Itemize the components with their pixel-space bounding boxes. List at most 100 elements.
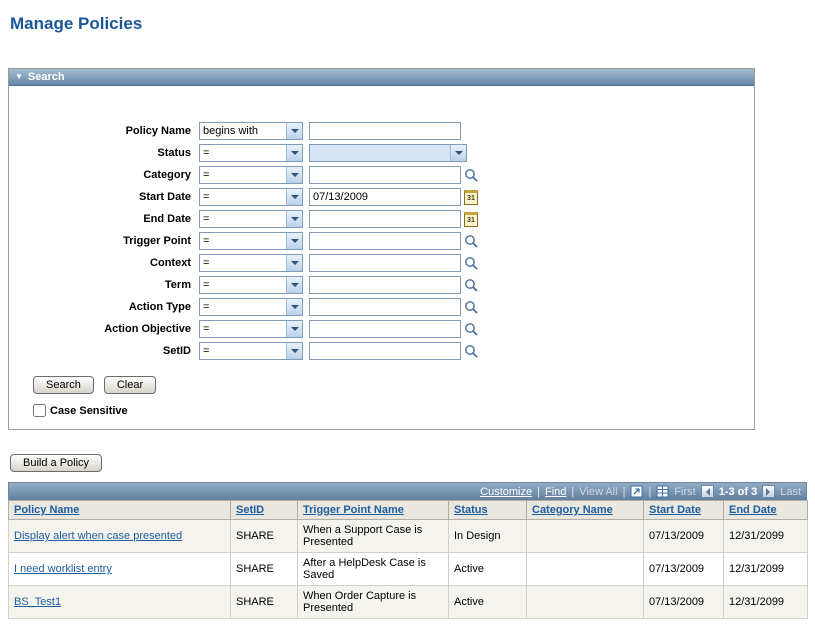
setid-operator-select[interactable]: = [199,342,303,360]
term-lookup-icon[interactable] [464,278,478,293]
chevron-down-icon [286,277,302,293]
trigger-point-operator-select[interactable]: = [199,232,303,250]
cell-category [527,586,644,619]
download-icon[interactable] [656,485,669,498]
trigger-point-input[interactable] [309,232,461,250]
policy-name-operator-select[interactable]: begins with [199,122,303,140]
collapse-triangle-icon[interactable]: ▼ [15,73,23,81]
cell-trigger-point: When a Support Case is Presented [298,520,449,553]
action-type-operator-select[interactable]: = [199,298,303,316]
chevron-down-icon [286,343,302,359]
cell-status: Active [449,586,527,619]
term-label: Term [19,279,199,291]
search-form: Policy Name begins with Status = Categor… [9,86,754,429]
policy-name-input[interactable] [309,122,461,140]
term-input[interactable] [309,276,461,294]
next-page-icon[interactable] [762,485,775,498]
page-title: Manage Policies [10,14,807,34]
trigger-point-lookup-icon[interactable] [464,234,478,249]
policy-link[interactable]: BS_Test1 [14,596,61,608]
cell-end-date: 12/31/2099 [724,586,808,619]
table-row: I need worklist entry SHARE After a Help… [9,553,808,586]
cell-start-date: 07/13/2009 [644,520,724,553]
form-row: Status = [19,142,744,164]
table-row: BS_Test1 SHARE When Order Capture is Pre… [9,586,808,619]
operator-value: = [200,147,286,159]
setid-lookup-icon[interactable] [464,344,478,359]
chevron-down-icon [286,299,302,315]
clear-button[interactable]: Clear [104,376,156,394]
build-a-policy-button[interactable]: Build a Policy [10,454,102,472]
context-lookup-icon[interactable] [464,256,478,271]
category-operator-select[interactable]: = [199,166,303,184]
form-row: SetID = [19,340,744,362]
action-type-input[interactable] [309,298,461,316]
chevron-down-icon [286,145,302,161]
setid-input[interactable] [309,342,461,360]
form-row: Trigger Point = [19,230,744,252]
status-operator-select[interactable]: = [199,144,303,162]
find-link[interactable]: Find [545,486,566,498]
customize-link[interactable]: Customize [480,486,532,498]
action-type-label: Action Type [19,301,199,313]
cell-end-date: 12/31/2099 [724,520,808,553]
end-date-input[interactable] [309,210,461,228]
cell-status: Active [449,553,527,586]
search-button[interactable]: Search [33,376,94,394]
cell-setid: SHARE [231,520,298,553]
col-header-trigger-point: Trigger Point Name [298,501,449,520]
end-date-calendar-icon[interactable]: 31 [464,212,478,227]
context-input[interactable] [309,254,461,272]
previous-page-icon[interactable] [701,485,714,498]
grid-toolbar: Customize | Find | View All | | First 1-… [8,482,807,500]
chevron-down-icon [286,123,302,139]
separator: | [571,486,574,498]
status-value-select[interactable] [309,144,467,162]
case-sensitive-label: Case Sensitive [50,405,128,417]
search-section-header[interactable]: ▼ Search [9,69,754,86]
policy-name-label: Policy Name [19,125,199,137]
form-row: Policy Name begins with [19,120,744,142]
chevron-down-icon [450,145,466,161]
category-lookup-icon[interactable] [464,168,478,183]
action-objective-operator-select[interactable]: = [199,320,303,338]
cell-status: In Design [449,520,527,553]
chevron-down-icon [286,233,302,249]
operator-value: = [200,279,286,291]
operator-value: = [200,235,286,247]
end-date-operator-select[interactable]: = [199,210,303,228]
category-input[interactable] [309,166,461,184]
col-header-category: Category Name [527,501,644,520]
context-operator-select[interactable]: = [199,254,303,272]
form-row: Start Date = 31 [19,186,744,208]
start-date-input[interactable] [309,188,461,206]
results-grid: Customize | Find | View All | | First 1-… [8,482,807,619]
start-date-label: Start Date [19,191,199,203]
action-objective-lookup-icon[interactable] [464,322,478,337]
cell-trigger-point: After a HelpDesk Case is Saved [298,553,449,586]
term-operator-select[interactable]: = [199,276,303,294]
row-range: 1-3 of 3 [719,486,758,498]
action-objective-input[interactable] [309,320,461,338]
col-header-policy-name: Policy Name [9,501,231,520]
action-type-lookup-icon[interactable] [464,300,478,315]
policy-link[interactable]: Display alert when case presented [14,530,182,542]
chevron-down-icon [286,211,302,227]
cell-trigger-point: When Order Capture is Presented [298,586,449,619]
first-link: First [674,486,695,498]
col-header-setid: SetID [231,501,298,520]
start-date-calendar-icon[interactable]: 31 [464,190,478,205]
popup-icon[interactable] [630,485,643,498]
operator-value: = [200,323,286,335]
policy-link[interactable]: I need worklist entry [14,563,112,575]
case-sensitive-checkbox[interactable] [33,404,46,417]
operator-value: = [200,213,286,225]
operator-value: = [200,257,286,269]
start-date-operator-select[interactable]: = [199,188,303,206]
separator: | [537,486,540,498]
operator-value: begins with [200,125,286,137]
chevron-down-icon [286,321,302,337]
col-header-start-date: Start Date [644,501,724,520]
form-row: Term = [19,274,744,296]
cell-category [527,553,644,586]
